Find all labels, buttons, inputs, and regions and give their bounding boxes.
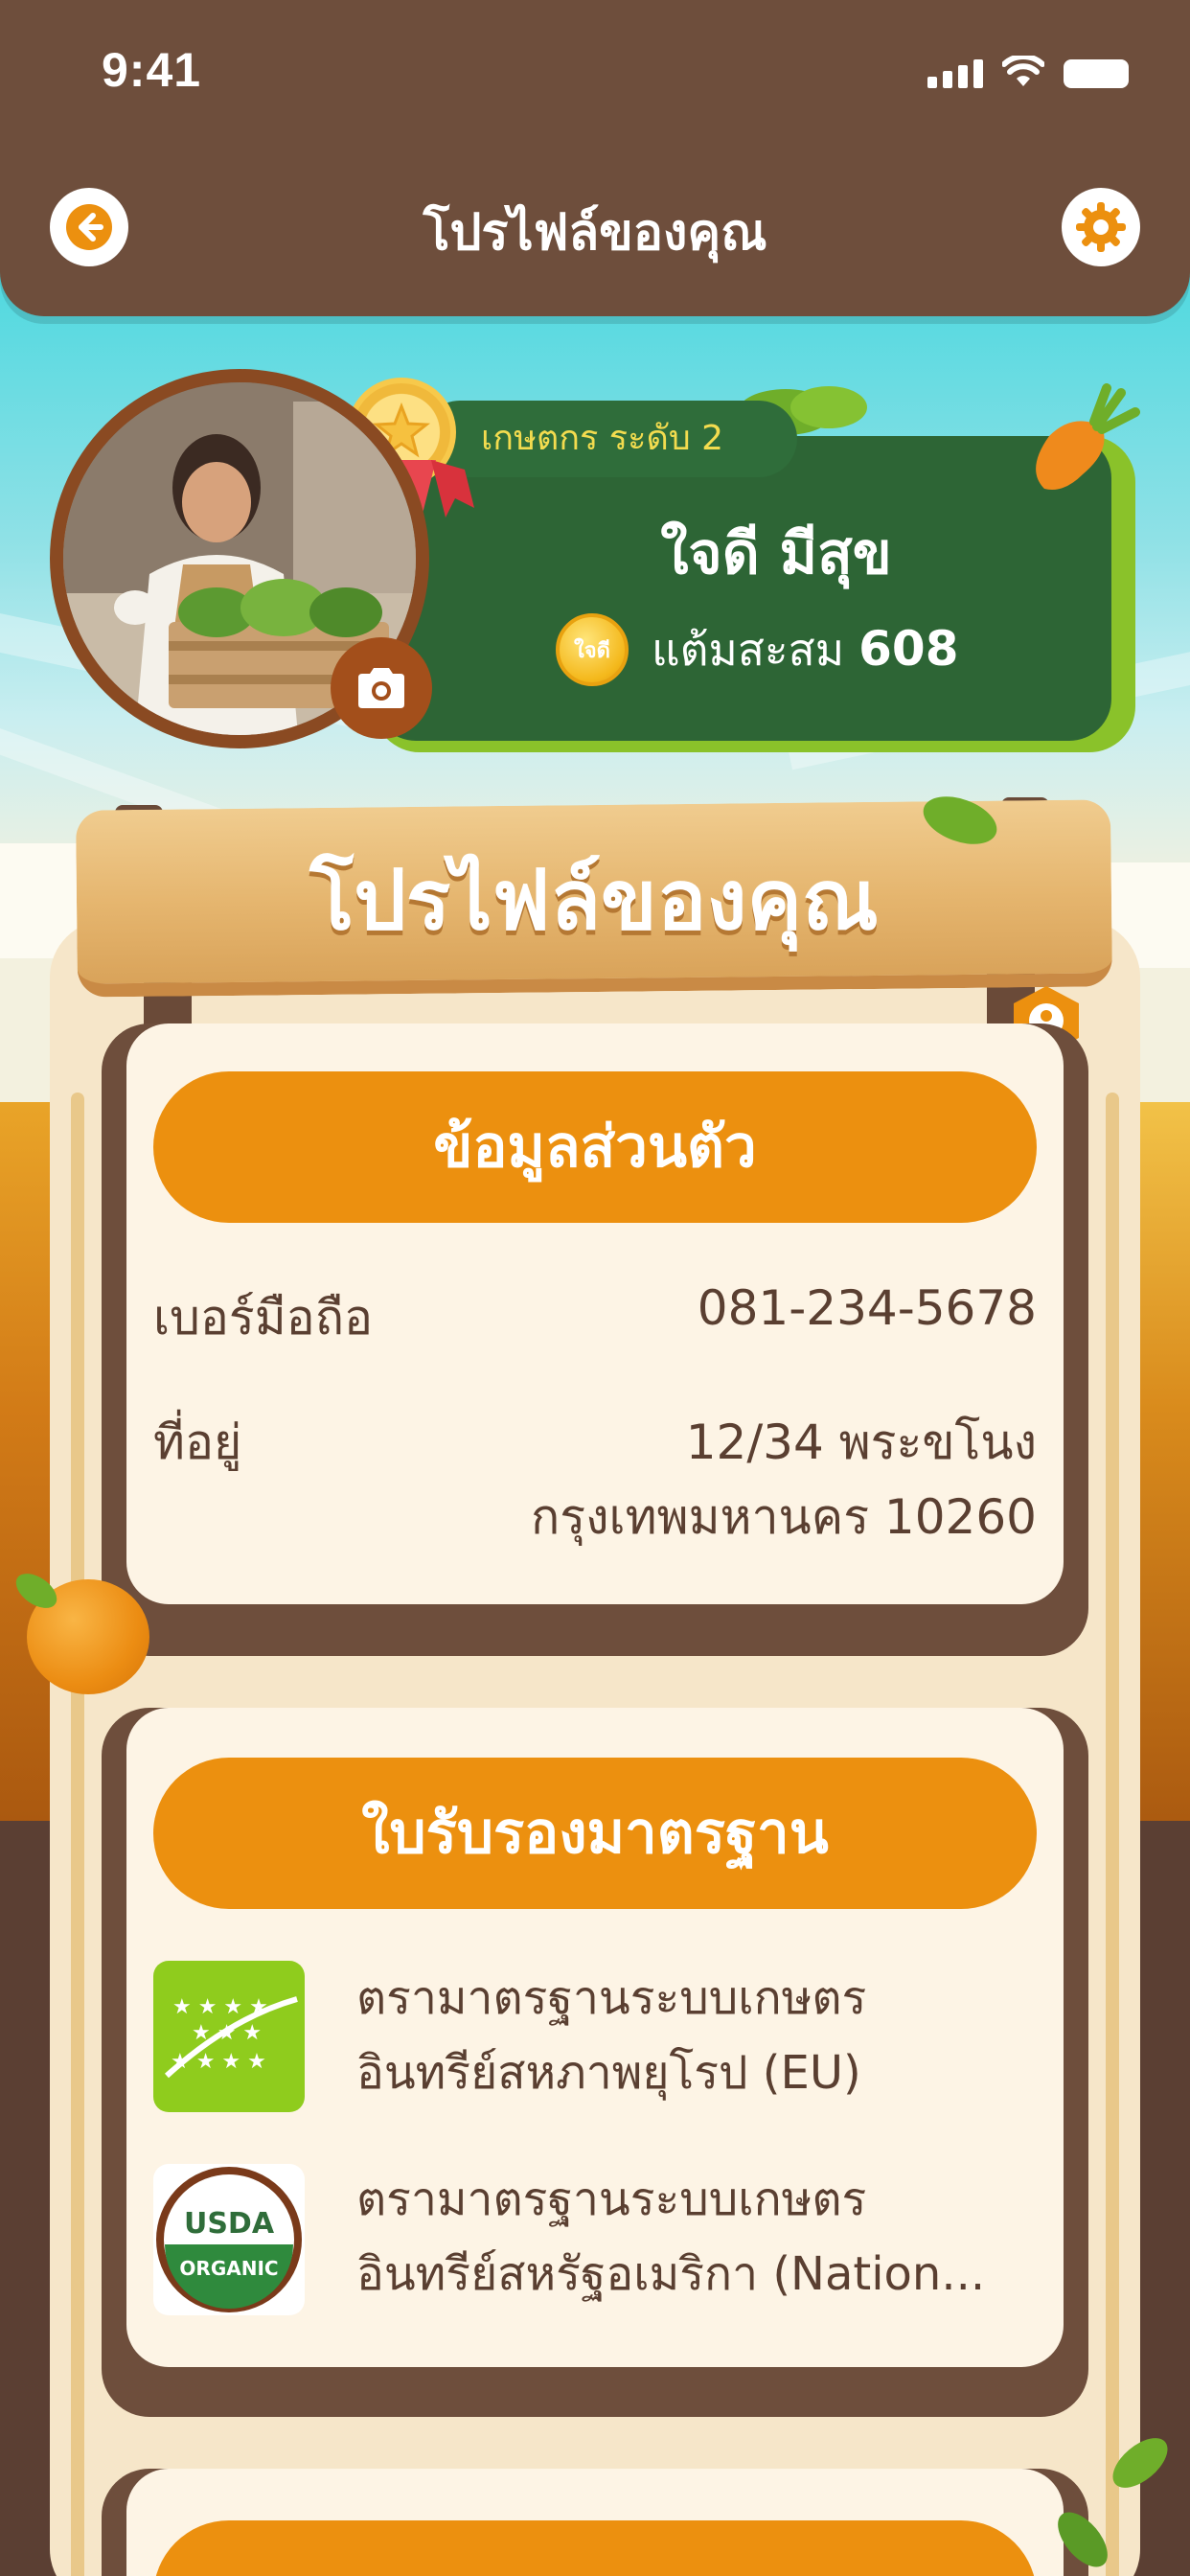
points-row: ใจดี แต้มสะสม 608 xyxy=(556,613,959,686)
user-name: ใจดี มีสุข xyxy=(660,520,892,587)
wifi-icon xyxy=(1002,56,1044,86)
top-app-bar: 9:41 โปรไฟล์ของคุณ xyxy=(0,0,1190,316)
eu-organic-logo: ★ ★ ★ ★ ★ ★ ★ ★ ★ ★ ★ xyxy=(153,1961,305,2112)
cellular-signal-icon xyxy=(927,59,983,88)
leaf-icon xyxy=(15,1574,57,1608)
address-line1: 12/34 พระขโนง xyxy=(685,1414,1037,1470)
certificate-item[interactable]: ตรามาตรฐานระบบเกษตร อินทรีย์สหภาพยุโรป (… xyxy=(356,1961,1037,2110)
usda-organic-logo: USDA ORGANIC xyxy=(153,2164,305,2315)
camera-icon xyxy=(358,668,404,708)
leaf-icon xyxy=(1058,2438,1168,2567)
certificate-line1: ตรามาตรฐานระบบเกษตร xyxy=(356,2173,867,2226)
certificate-item[interactable]: ตรามาตรฐานระบบเกษตร อินทรีย์สหรัฐอเมริกา… xyxy=(356,2162,1037,2312)
settings-button[interactable] xyxy=(1062,188,1140,266)
points-value: 608 xyxy=(858,620,959,677)
leaf-icon xyxy=(923,796,997,844)
points-label: แต้มสะสม xyxy=(652,623,845,676)
page-title: โปรไฟล์ของคุณ xyxy=(423,204,767,262)
panel-rail xyxy=(1106,1092,1119,2576)
certificate-line1: ตรามาตรฐานระบบเกษตร xyxy=(356,1971,867,2025)
address-line2: กรุงเทพมหานคร 10260 xyxy=(531,1489,1037,1545)
usda-logo-top: USDA xyxy=(184,2207,275,2241)
panel-rail xyxy=(71,1092,84,2576)
personal-info-header: ข้อมูลส่วนตัว xyxy=(153,1071,1037,1223)
usda-logo-bottom: ORGANIC xyxy=(179,2257,278,2280)
certificate-line2: อินทรีย์สหรัฐอเมริกา (Nation... xyxy=(356,2247,986,2301)
battery-icon xyxy=(1064,59,1129,88)
address-label: ที่อยู่ xyxy=(153,1414,242,1470)
gear-icon xyxy=(1076,202,1126,252)
carrot-icon xyxy=(1036,383,1140,490)
phone-value: 081-234-5678 xyxy=(697,1280,1037,1336)
status-icons xyxy=(927,56,1129,88)
next-card-header xyxy=(153,2520,1037,2576)
status-time: 9:41 xyxy=(102,43,202,97)
change-photo-button[interactable] xyxy=(331,637,432,739)
coin-icon: ใจดี xyxy=(556,613,629,686)
phone-label: เบอร์มือถือ xyxy=(153,1290,374,1346)
sign-title: โปรไฟล์ของคุณ xyxy=(309,853,879,949)
certificate-line2: อินทรีย์สหภาพยุโรป (EU) xyxy=(356,2046,861,2100)
certificates-header: ใบรับรองมาตรฐาน xyxy=(153,1758,1037,1909)
